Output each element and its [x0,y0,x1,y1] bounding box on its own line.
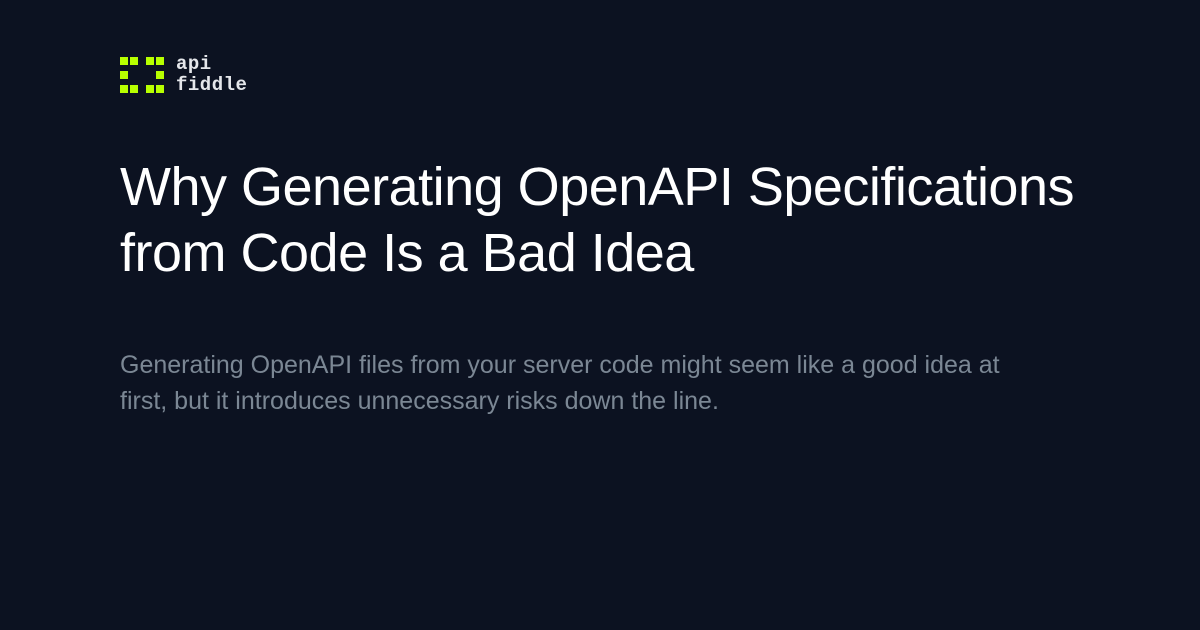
logo-text-line1: api [176,55,247,74]
logo-icon [120,57,164,93]
article-description: Generating OpenAPI files from your serve… [120,347,1040,420]
logo-wordmark: api fiddle [176,55,247,95]
brand-logo: api fiddle [120,55,1080,95]
article-title: Why Generating OpenAPI Specifications fr… [120,155,1080,287]
logo-text-line2: fiddle [176,76,247,95]
